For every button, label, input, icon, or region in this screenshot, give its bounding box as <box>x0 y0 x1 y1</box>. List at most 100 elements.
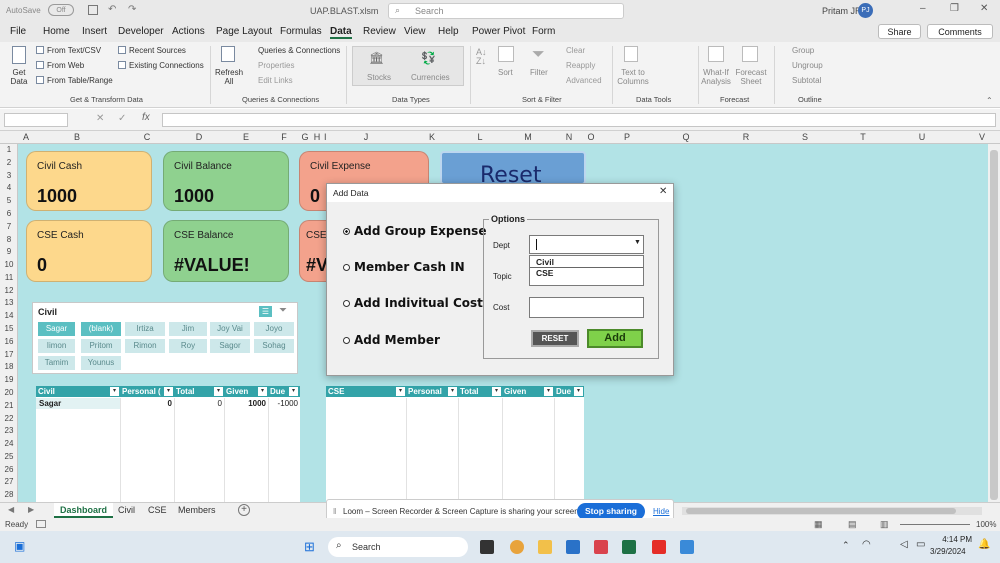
start-icon[interactable]: ⊞ <box>304 539 315 555</box>
column-header[interactable]: R <box>716 132 776 142</box>
row-header[interactable]: 28 <box>0 490 18 499</box>
avatar[interactable]: PJ <box>858 3 873 18</box>
column-header[interactable]: P <box>598 132 656 142</box>
table-header[interactable]: Civil <box>36 386 120 397</box>
column-header[interactable]: V <box>952 132 1000 142</box>
undo-icon[interactable]: ↶ <box>108 4 116 15</box>
dropdown-icon[interactable]: ▾ <box>492 387 501 396</box>
sort-az-icon[interactable]: A↓ Z↓ <box>476 48 487 66</box>
advanced-button[interactable]: Advanced <box>566 76 602 85</box>
clear-filter-icon[interactable]: ⏷ <box>279 305 287 316</box>
slicer-item[interactable]: Roy <box>169 339 207 353</box>
row-header[interactable]: 2 <box>0 158 18 167</box>
table-cell[interactable]: 0 <box>120 399 172 408</box>
row-header[interactable]: 8 <box>0 235 18 244</box>
tab-power-pivot[interactable]: Power Pivot <box>472 26 525 37</box>
prev-sheet-icon[interactable]: ◀ <box>8 505 14 514</box>
battery-icon[interactable]: ▭ <box>916 539 925 550</box>
tab-page-layout[interactable]: Page Layout <box>216 26 272 37</box>
filter-button[interactable]: Filter <box>530 68 548 77</box>
tab-review[interactable]: Review <box>363 26 396 37</box>
row-header[interactable]: 20 <box>0 388 18 397</box>
autosave-toggle[interactable]: Off <box>48 4 74 16</box>
gift-app-icon[interactable] <box>594 540 608 554</box>
row-header[interactable]: 4 <box>0 183 18 192</box>
dropdown-option[interactable]: Civil <box>536 257 554 267</box>
row-header[interactable]: 21 <box>0 401 18 410</box>
comments-button[interactable]: Comments <box>927 24 993 39</box>
cost-input[interactable] <box>529 297 644 318</box>
row-header[interactable]: 15 <box>0 324 18 333</box>
row-header[interactable]: 23 <box>0 426 18 435</box>
column-header[interactable]: K <box>406 132 458 142</box>
row-header[interactable]: 11 <box>0 273 18 282</box>
tab-insert[interactable]: Insert <box>82 26 107 37</box>
column-header[interactable]: M <box>502 132 554 142</box>
table-cell[interactable]: 1000 <box>224 399 266 408</box>
slicer-item[interactable]: Joy Vai <box>210 322 250 336</box>
column-header[interactable]: Q <box>656 132 716 142</box>
slicer-item[interactable]: Sohag <box>254 339 294 353</box>
drag-handle-icon[interactable]: ‖ <box>333 507 336 516</box>
tab-help[interactable]: Help <box>438 26 459 37</box>
row-header[interactable]: 12 <box>0 286 18 295</box>
column-header[interactable]: G <box>300 132 310 142</box>
reset-button[interactable]: RESET <box>531 330 579 347</box>
normal-view-icon[interactable]: ▦ <box>814 519 823 530</box>
zoom-level[interactable]: 100% <box>976 520 996 529</box>
column-header[interactable]: U <box>892 132 952 142</box>
clear-button[interactable]: Clear <box>566 46 585 55</box>
tab-formulas[interactable]: Formulas <box>280 26 322 37</box>
row-header[interactable]: 24 <box>0 439 18 448</box>
column-header[interactable]: N <box>554 132 584 142</box>
slicer-item[interactable]: Tamim <box>38 356 75 370</box>
widgets-icon[interactable]: ▣ <box>14 539 25 553</box>
vertical-scrollbar[interactable] <box>988 144 1000 502</box>
redo-icon[interactable]: ↷ <box>128 4 136 15</box>
sheet-tab-dashboard[interactable]: Dashboard <box>54 503 114 518</box>
tab-view[interactable]: View <box>404 26 426 37</box>
what-if-button[interactable]: What-If Analysis <box>700 68 732 86</box>
table-cell[interactable]: Sagar <box>39 399 61 408</box>
row-header[interactable]: 1 <box>0 145 18 154</box>
tab-file[interactable]: File <box>10 26 26 37</box>
tab-home[interactable]: Home <box>43 26 70 37</box>
slicer-item[interactable]: Irtiza <box>125 322 165 336</box>
row-header[interactable]: 18 <box>0 362 18 371</box>
properties-button[interactable]: Properties <box>258 61 294 70</box>
hide-link[interactable]: Hide <box>653 507 669 516</box>
file-explorer-icon[interactable] <box>538 540 552 554</box>
dropdown-icon[interactable]: ▾ <box>544 387 553 396</box>
group-button[interactable]: Group <box>792 46 814 55</box>
close-icon[interactable]: ✕ <box>659 186 667 197</box>
data-types-gallery[interactable]: 🏛 Stocks 💱 Currencies <box>352 46 464 86</box>
subtotal-button[interactable]: Subtotal <box>792 76 821 85</box>
option-add-group-expense[interactable]: Add Group Expense <box>343 224 486 238</box>
collapse-ribbon-icon[interactable]: ⌃ <box>986 96 993 105</box>
row-header[interactable]: 14 <box>0 311 18 320</box>
column-header[interactable]: B <box>34 132 120 142</box>
slicer-item[interactable]: Jim <box>169 322 207 336</box>
taskbar-search[interactable]: ⌕ Search <box>328 537 468 557</box>
from-web[interactable]: From Web <box>47 61 84 70</box>
photos-icon[interactable] <box>680 540 694 554</box>
filter-icon[interactable]: ▾ <box>396 387 405 396</box>
row-header[interactable]: 7 <box>0 222 18 231</box>
page-layout-icon[interactable]: ▤ <box>848 519 857 530</box>
stocks-button[interactable]: Stocks <box>367 73 391 82</box>
row-header[interactable]: 9 <box>0 247 18 256</box>
recent-sources[interactable]: Recent Sources <box>129 46 186 55</box>
slicer-item[interactable]: Pritom <box>81 339 121 353</box>
function-icon[interactable]: fx <box>142 112 150 123</box>
column-header[interactable]: A <box>18 132 34 142</box>
scroll-thumb[interactable] <box>686 508 956 514</box>
column-header[interactable]: H <box>310 132 324 142</box>
task-view-icon[interactable] <box>480 540 494 554</box>
currencies-button[interactable]: Currencies <box>411 73 450 82</box>
dropdown-icon[interactable]: ▾ <box>574 387 583 396</box>
reapply-button[interactable]: Reapply <box>566 61 595 70</box>
column-header[interactable]: F <box>268 132 300 142</box>
chevron-up-icon[interactable]: ⌃ <box>842 540 850 551</box>
horizontal-scrollbar[interactable] <box>682 507 982 515</box>
tab-data[interactable]: Data <box>330 26 352 39</box>
